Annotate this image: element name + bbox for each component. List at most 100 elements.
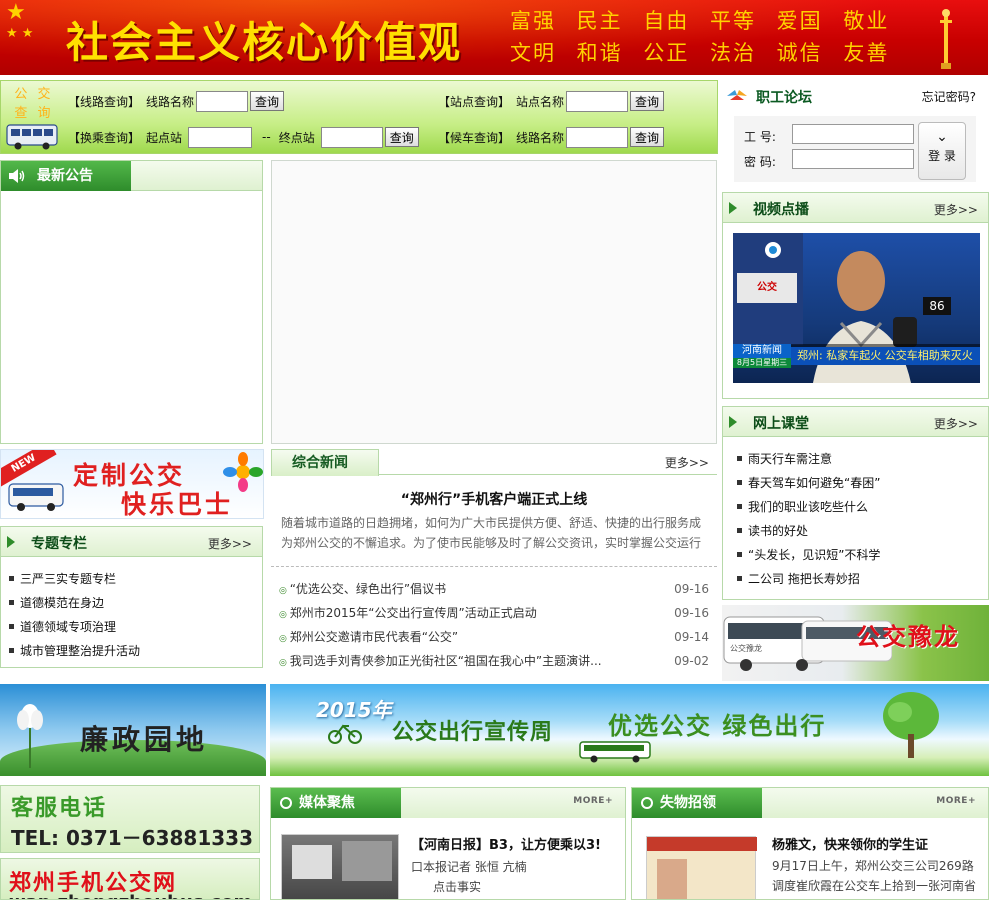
list-item[interactable]: 春天驾车如何避免“春困” <box>733 471 983 495</box>
list-item[interactable]: 城市管理整治提升活动 <box>5 639 260 663</box>
query-label: 公 交 查 询 <box>14 87 54 121</box>
news-row[interactable]: ◎ 郑州公交邀请市民代表看“公交” 09-14 <box>279 625 709 649</box>
tree-icon <box>883 692 939 758</box>
week-slogan: 优选公交 绿色出行 <box>608 712 827 740</box>
lianzheng-banner[interactable]: 廉政园地 <box>0 684 266 776</box>
mobile-site-box[interactable]: 郑州手机公交网 wap.zhengzhoubus.com <box>0 858 260 900</box>
media-headline[interactable]: 【河南日报】B3，让方便乘以3! <box>411 834 601 853</box>
station-name-input[interactable] <box>566 90 629 112</box>
value-word: 自由 <box>643 9 690 33</box>
yulong-banner[interactable]: 公交豫龙 公交豫龙 <box>722 605 989 681</box>
wait-query-button[interactable]: 查询 <box>630 127 665 147</box>
list-item[interactable]: 二公司 拖把长寿妙招 <box>733 567 983 591</box>
media-photo[interactable] <box>281 834 399 899</box>
special-list: 三严三实专题专栏 道德模范在身边 道德领域专项治理 城市管理整治提升活动 <box>5 567 260 663</box>
bullet-icon <box>737 528 742 533</box>
news-item-date: 09-16 <box>674 606 709 620</box>
station-query-label: 【站点查询】 <box>438 94 511 109</box>
circle-bullet-icon: ◎ <box>279 610 290 620</box>
news-item-title: 我司选手刘青侠参加正光街社区“祖国在我心中”主题演讲... <box>289 654 602 668</box>
forgot-password-link[interactable]: 忘记密码? <box>922 88 976 105</box>
login-label: 登 录 <box>928 149 956 163</box>
transfer-query-button[interactable]: 查询 <box>384 127 419 147</box>
caption-date: 8月5日星期三 <box>733 358 791 368</box>
special-more-link[interactable]: 更多>> <box>208 535 252 552</box>
employee-id-label: 工 号: <box>744 130 776 144</box>
news-row[interactable]: ◎ “优选公交、绿色出行”倡议书 09-16 <box>279 577 709 601</box>
special-columns-title: 专题专栏 <box>31 536 87 552</box>
online-class-more-link[interactable]: 更多>> <box>934 415 978 432</box>
student-card-photo[interactable] <box>646 836 757 899</box>
list-item[interactable]: “头发长，见识短”不科学 <box>733 543 983 567</box>
wait-line-name-input[interactable] <box>566 126 629 148</box>
list-item[interactable]: 读书的好处 <box>733 519 983 543</box>
announcements-panel: 最新公告 <box>0 160 263 444</box>
news-summary: 随着城市道路的日趋拥堵，如何为广大市民提供方便、舒适、快捷的出行服务成为郑州公交… <box>281 516 702 550</box>
news-row[interactable]: ◎ 我司选手刘青侠参加正光街社区“祖国在我心中”主题演讲... 09-02 <box>279 649 709 673</box>
list-item[interactable]: 道德领域专项治理 <box>5 615 260 639</box>
tab-news[interactable]: 综合新闻 <box>271 449 379 476</box>
station-query-button[interactable]: 查询 <box>630 91 665 111</box>
logo-icon <box>727 90 747 100</box>
lost-headline[interactable]: 杨雅文，快来领你的学生证 <box>772 834 928 853</box>
news-channel-tag: 河南新闻 <box>733 344 791 358</box>
huabiao-icon <box>940 9 952 69</box>
start-station-input[interactable] <box>188 126 253 148</box>
bullet-icon <box>9 648 14 653</box>
list-item-label: 雨天行车需注意 <box>748 452 833 466</box>
line-query-button[interactable]: 查询 <box>250 91 285 111</box>
news-headline[interactable]: “郑州行”手机客户端正式上线 <box>271 489 717 509</box>
slideshow-area[interactable] <box>271 160 717 444</box>
circle-bullet-icon: ◎ <box>279 586 290 596</box>
special-columns-panel: 专题专栏 更多>> 三严三实专题专栏 道德模范在身边 道德领域专项治理 城市管理… <box>0 526 263 668</box>
tv-logo-icon <box>765 242 781 258</box>
bullet-icon <box>9 624 14 629</box>
news-row[interactable]: ◎ 郑州市2015年“公交出行宣传周”活动正式启动 09-16 <box>279 601 709 625</box>
list-item-label: 读书的好处 <box>748 524 809 538</box>
value-word: 民主 <box>576 9 623 33</box>
value-word: 友善 <box>843 41 890 65</box>
news-item-title: 郑州市2015年“公交出行宣传周”活动正式启动 <box>289 606 537 620</box>
end-station-input[interactable] <box>320 126 383 148</box>
employee-id-input[interactable] <box>792 124 914 144</box>
news-more-link[interactable]: 更多>> <box>665 454 709 471</box>
list-item-label: 道德领域专项治理 <box>20 620 117 634</box>
week-year: 2015年 <box>316 698 392 722</box>
bus-query-panel: 公 交 查 询 【线路查询】 线路名称 查询 【站点查询】 站点名称 查询 【换… <box>0 80 718 154</box>
login-button[interactable]: ⌄ 登 录 <box>918 122 966 180</box>
list-item[interactable]: 道德模范在身边 <box>5 591 260 615</box>
media-more-link[interactable]: MORE+ <box>573 796 613 806</box>
list-item[interactable]: 我们的职业该吃些什么 <box>733 495 983 519</box>
bus-icon <box>6 124 58 150</box>
chevron-down-icon: ⌄ <box>936 129 948 145</box>
yulong-text: 公交豫龙 <box>856 623 960 651</box>
bullet-icon <box>737 576 742 581</box>
video-more-link[interactable]: 更多>> <box>934 201 978 218</box>
lianzheng-text: 廉政园地 <box>80 723 209 756</box>
news-item-title: “优选公交、绿色出行”倡议书 <box>289 582 447 596</box>
wait-query-label: 【候车查询】 <box>438 130 511 145</box>
media-focus-panel: 媒体聚焦 MORE+ 【河南日报】B3，让方便乘以3! 口本报记者 张恒 亢楠 … <box>270 787 626 900</box>
line-name-input[interactable] <box>196 90 249 112</box>
arrow-icon <box>729 416 737 428</box>
list-item[interactable]: 雨天行车需注意 <box>733 447 983 471</box>
start-station-label: 起点站 <box>146 130 183 145</box>
list-item-label: “头发长，见识短”不科学 <box>748 548 881 562</box>
service-phone-box: 客服电话 TEL: 0371－63881333 <box>0 785 260 853</box>
password-input[interactable] <box>792 149 914 169</box>
news-item-title: 郑州公交邀请市民代表看“公交” <box>289 630 459 644</box>
lost-more-link[interactable]: MORE+ <box>936 796 976 806</box>
value-word: 富强 <box>510 9 556 33</box>
mobile-site-url: wap.zhengzhoubus.com <box>9 892 252 899</box>
video-caption: 郑州: 私家车起火 公交车相助来灭火 <box>791 347 980 365</box>
video-thumbnail[interactable]: 公交 86 河南新闻 8月5日星期三 郑州: 私家车起火 公交车相助来灭火 <box>733 233 980 383</box>
forum-login: 职工论坛 忘记密码? 工 号: 密 码: ⌄ 登 录 <box>722 80 988 188</box>
range-dash: -- <box>262 130 271 144</box>
custom-bus-banner[interactable]: NEW 定制公交 快乐巴士 <box>0 449 264 519</box>
wait-line-name-label: 线路名称 <box>516 130 565 145</box>
list-item[interactable]: 三严三实专题专栏 <box>5 567 260 591</box>
bullet-icon <box>737 504 742 509</box>
value-word: 法治 <box>709 41 756 65</box>
bicycle-icon <box>328 724 362 744</box>
bus-week-banner[interactable]: 2015年 公交出行宣传周 优选公交 绿色出行 <box>270 684 989 776</box>
